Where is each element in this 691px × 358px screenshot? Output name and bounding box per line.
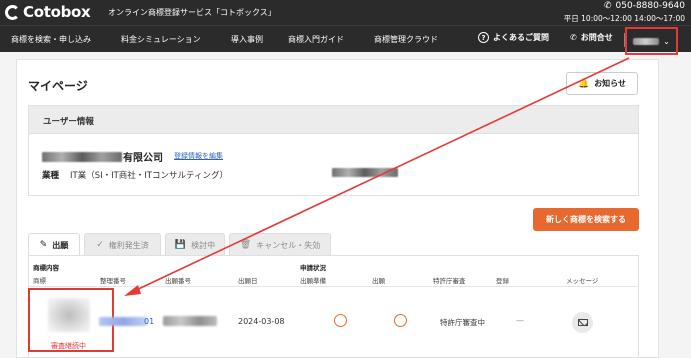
column-header-mark: 商標: [33, 277, 46, 285]
industry-value: IT業（SI・IT商社・ITコンサルティング）: [70, 171, 228, 181]
trash-icon: 🗑: [239, 240, 252, 250]
trademark-image-redacted: [48, 298, 90, 332]
account-name-redacted: [633, 37, 660, 45]
registration-status: —: [516, 316, 524, 325]
ref-number-link[interactable]: 01: [144, 317, 154, 326]
tab-label: 権利発生済: [108, 240, 149, 250]
user-info-header: ユーザー情報: [28, 105, 639, 134]
industry-label: 業種: [42, 171, 60, 181]
chevron-down-icon: ⌄: [663, 36, 670, 46]
tab-rights-granted[interactable]: ✓ 権利発生済: [84, 233, 161, 256]
main-nav: 商標を検索・申し込み 料金シミュレーション 導入事例 商標入門ガイド 商標管理ク…: [0, 25, 691, 52]
notice-label: お知らせ: [594, 79, 627, 88]
column-header-registration: 登録: [496, 277, 509, 285]
search-new-trademark-button[interactable]: 新しく商標を検索する: [533, 208, 639, 231]
filing-circle-icon: [394, 314, 407, 327]
page-title: マイページ: [28, 79, 88, 93]
top-header: Cotobox オンライン商標登録サービス「コトボックス」 ✆ 050-8880…: [0, 0, 691, 25]
company-suffix: 有限公司: [123, 153, 163, 164]
contact-phone-block: ✆ 050-8880-9640 平日 10:00〜12:00 14:00〜17:…: [564, 1, 685, 24]
mark-status: 審査継続中: [51, 342, 86, 350]
column-header-ref-number: 整理番号: [100, 277, 126, 285]
nav-item-case-studies[interactable]: 導入事例: [231, 34, 263, 45]
user-info-body: [28, 134, 639, 196]
tab-label: 出願: [52, 240, 69, 250]
company-name: 有限公司: [42, 149, 163, 164]
contact-label: お問合せ: [580, 33, 613, 42]
check-icon: ✓: [96, 240, 104, 250]
save-icon: 💾: [174, 240, 187, 250]
bell-icon: 🔔: [577, 78, 590, 89]
column-header-application-number: 出願番号: [165, 277, 191, 285]
tab-label: キャンセル・失効: [256, 240, 321, 250]
edit-registration-link[interactable]: 登録情報を編集: [174, 151, 223, 161]
column-group-status: 申請状況: [300, 264, 326, 272]
nav-item-price-simulation[interactable]: 料金シミュレーション: [121, 34, 201, 45]
tab-cancelled-expired[interactable]: 🗑 キャンセル・失効: [229, 233, 331, 256]
faq-link[interactable]: ? よくあるご質問: [478, 32, 549, 43]
redacted-info: [332, 168, 398, 177]
user-info-title: ユーザー情報: [43, 117, 94, 127]
application-number-redacted: [163, 316, 217, 326]
tab-label: 検討中: [191, 240, 216, 250]
ref-number-redacted: [99, 317, 147, 326]
contact-link[interactable]: ✆ お問合せ: [570, 32, 613, 43]
question-icon: ?: [478, 32, 489, 43]
logo-text: Cotobox: [23, 3, 91, 21]
faq-label: よくあるご質問: [493, 33, 549, 42]
phone-icon: ✆: [570, 33, 577, 42]
notice-button[interactable]: 🔔 お知らせ: [566, 72, 638, 95]
column-header-filing: 出願: [372, 277, 385, 285]
business-hours: 平日 10:00〜12:00 14:00〜17:00: [563, 14, 685, 23]
nav-item-trademark-search[interactable]: 商標を検索・申し込み: [11, 34, 91, 45]
tab-filing[interactable]: ✎ 出願: [28, 233, 80, 256]
phone-line[interactable]: ✆ 050-8880-9640: [564, 1, 685, 11]
phone-icon: ✆: [603, 1, 612, 11]
table-header-divider: [29, 286, 638, 287]
phone-number: 050-8880-9640: [615, 1, 685, 11]
service-tagline: オンライン商標登録サービス「コトボックス」: [108, 8, 276, 17]
company-name-redacted: [42, 151, 122, 162]
column-group-mark: 商標内容: [33, 264, 59, 272]
logo-icon: [5, 4, 20, 20]
envelope-icon: [577, 319, 588, 326]
filing-prep-circle-icon: [334, 314, 347, 327]
column-header-filing-date: 出願日: [238, 277, 258, 285]
column-header-filing-prep: 出願準備: [300, 277, 326, 285]
jpo-review-status: 特許庁審査中: [440, 318, 485, 327]
nav-item-trademark-guide[interactable]: 商標入門ガイド: [288, 34, 344, 45]
tab-considering[interactable]: 💾 検討中: [165, 233, 225, 256]
message-button[interactable]: [572, 312, 593, 333]
nav-item-trademark-cloud[interactable]: 商標管理クラウド: [374, 34, 438, 45]
account-menu-button[interactable]: ⌄: [625, 27, 678, 55]
cotobox-logo[interactable]: Cotobox: [5, 3, 91, 21]
filing-date: 2024-03-08: [238, 317, 285, 326]
pencil-icon: ✎: [39, 240, 48, 250]
column-header-message: メッセージ: [566, 277, 599, 285]
column-header-jpo-review: 特許庁審査: [433, 277, 466, 285]
trademark-table: [28, 255, 639, 358]
